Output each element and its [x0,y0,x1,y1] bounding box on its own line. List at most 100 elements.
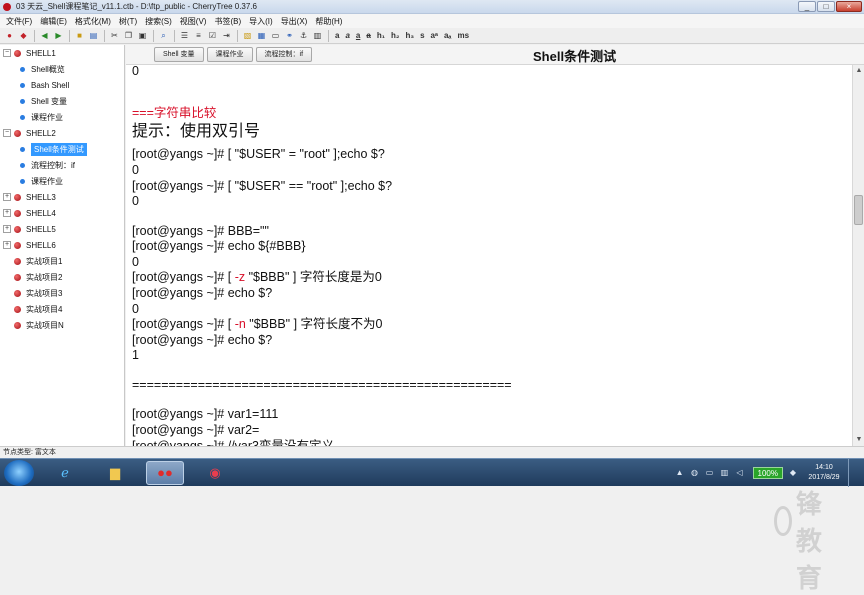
tree-node-homework-1[interactable]: 课程作业 [0,109,124,125]
rich-text-editor[interactable]: 0 ===字符串比较 提示：使用双引号 [root@yangs ~]# [ "$… [132,65,846,446]
tree-node-shell-overview[interactable]: Shell概览 [0,61,124,77]
tab-flow-control-if[interactable]: 流程控制：if [255,47,313,62]
strikethrough-button[interactable]: a [363,31,373,40]
minimize-button[interactable]: _ [798,1,816,12]
tray-arrow-icon[interactable]: ▲ [675,468,685,478]
tree-node-shell-variables[interactable]: Shell 变量 [0,93,124,109]
tab-homework[interactable]: 课程作业 [206,47,253,62]
find-icon[interactable]: ⌕ [157,30,170,42]
copy-icon[interactable]: ❐ [122,30,135,42]
insert-link-icon[interactable]: ⚭ [283,30,296,42]
expand-icon[interactable]: + [3,241,11,249]
cut-icon[interactable]: ✂ [108,30,121,42]
scroll-down-icon[interactable]: ▼ [853,434,864,446]
collapse-icon[interactable]: − [3,129,11,137]
monospace-button[interactable]: ms [454,31,472,40]
tree-node-flow-control-if[interactable]: 流程控制：if [0,157,124,173]
tree-node-bash-shell[interactable]: Bash Shell [0,77,124,93]
expand-icon[interactable]: + [3,209,11,217]
indent-icon[interactable]: ⇥ [220,30,233,42]
collapse-icon[interactable]: − [3,49,11,57]
number-list-icon[interactable]: ≡ [192,30,205,42]
scroll-up-icon[interactable]: ▲ [853,65,864,77]
bullet-list-icon[interactable]: ☰ [178,30,191,42]
bold-button[interactable]: a [332,31,342,40]
volume-icon[interactable]: ◁ [735,468,745,478]
file-explorer-icon[interactable]: ▆ [96,461,134,485]
close-button[interactable]: × [836,1,862,12]
insert-codebox-icon[interactable]: ▭ [269,30,282,42]
tray-app-icon[interactable]: ◍ [690,468,700,478]
tree-node-project-1[interactable]: 实战项目1 [0,253,124,269]
h2-button[interactable]: h₂ [388,31,402,40]
toolbar-separator [237,29,238,42]
menu-edit[interactable]: 编辑(E) [36,16,71,27]
insert-anchor-icon[interactable]: ⚓ [297,30,310,42]
insert-table-icon[interactable]: ▦ [255,30,268,42]
h1-button[interactable]: h₁ [374,31,388,40]
menu-help[interactable]: 帮助(H) [311,16,346,27]
tree-node-condition-test[interactable]: Shell条件测试 [0,141,124,157]
go-back-icon[interactable]: ◀ [38,30,51,42]
cherrytree-task-icon[interactable]: ●● [146,460,184,485]
tree-node-project-n[interactable]: 实战项目N [0,317,124,333]
language-icon[interactable]: ◆ [788,468,798,478]
maximize-button[interactable]: □ [817,1,835,12]
node-bullet-icon [14,289,21,297]
window-title: 03 天云_Shell课程笔记_v11.1.ctb - D:\ftp_publi… [16,2,257,11]
subscript-button[interactable]: aₐ [441,31,454,40]
menu-import[interactable]: 导入(I) [245,16,277,27]
export-icon[interactable]: ▤ [87,30,100,42]
menu-search[interactable]: 搜索(S) [141,16,176,27]
add-node-icon[interactable]: ● [3,30,16,42]
paste-icon[interactable]: ▣ [136,30,149,42]
show-desktop-button[interactable] [848,459,858,487]
menu-tree[interactable]: 树(T) [115,16,141,27]
start-button[interactable] [4,459,34,486]
tree-node-project-2[interactable]: 实战项目2 [0,269,124,285]
app-task-icon[interactable]: ◉ [196,461,234,485]
tree-node-homework-2[interactable]: 课程作业 [0,173,124,189]
tree-node-shell2[interactable]: − SHELL2 [0,125,124,141]
go-forward-icon[interactable]: ▶ [52,30,65,42]
section-heading: ===字符串比较 [132,106,217,120]
small-button[interactable]: s [417,31,427,40]
superscript-button[interactable]: aᵃ [428,31,441,40]
menu-export[interactable]: 导出(X) [277,16,312,27]
clock[interactable]: 14:10 2017/8/29 [806,463,842,483]
underline-button[interactable]: a [353,31,363,40]
tree-node-shell6[interactable]: + SHELL6 [0,237,124,253]
tray-monitor-icon[interactable]: ▭ [705,468,715,478]
tree-node-project-4[interactable]: 实战项目4 [0,301,124,317]
internet-explorer-icon[interactable]: ℯ [46,461,84,485]
tree-node-shell5[interactable]: + SHELL5 [0,221,124,237]
node-title: Shell条件测试 [533,49,617,64]
h3-button[interactable]: h₃ [402,31,417,40]
add-subnode-icon[interactable]: ◆ [17,30,30,42]
menu-file[interactable]: 文件(F) [2,16,36,27]
save-icon[interactable]: ■ [73,30,86,42]
tree-node-project-3[interactable]: 实战项目3 [0,285,124,301]
expand-icon[interactable]: + [3,225,11,233]
tree-node-shell1[interactable]: − SHELL1 [0,45,124,61]
tree-node-shell4[interactable]: + SHELL4 [0,205,124,221]
scroll-thumb[interactable] [854,195,863,225]
node-dot-icon [20,66,25,72]
insert-image-icon[interactable]: ▧ [241,30,254,42]
text-line: 0 [132,65,139,78]
menu-view[interactable]: 视图(V) [176,16,211,27]
separator-line: ========================================… [132,378,512,392]
tree-node-shell3[interactable]: + SHELL3 [0,189,124,205]
network-icon[interactable]: ▥ [720,468,730,478]
menu-format[interactable]: 格式化(M) [71,16,115,27]
menu-bookmarks[interactable]: 书签(B) [210,16,245,27]
todo-list-icon[interactable]: ☑ [206,30,219,42]
text-line: [root@yangs ~]# [ "$USER" = "root" ];ech… [132,147,385,161]
expand-icon[interactable]: + [3,193,11,201]
tab-shell-variables[interactable]: Shell 变量 [154,47,204,62]
battery-indicator[interactable]: 100% [752,467,783,479]
insert-toc-icon[interactable]: ▥ [311,30,324,42]
vertical-scrollbar[interactable]: ▲ ▼ [852,65,864,446]
menu-bar: 文件(F) 编辑(E) 格式化(M) 树(T) 搜索(S) 视图(V) 书签(B… [0,14,864,28]
italic-button[interactable]: a [342,31,352,40]
